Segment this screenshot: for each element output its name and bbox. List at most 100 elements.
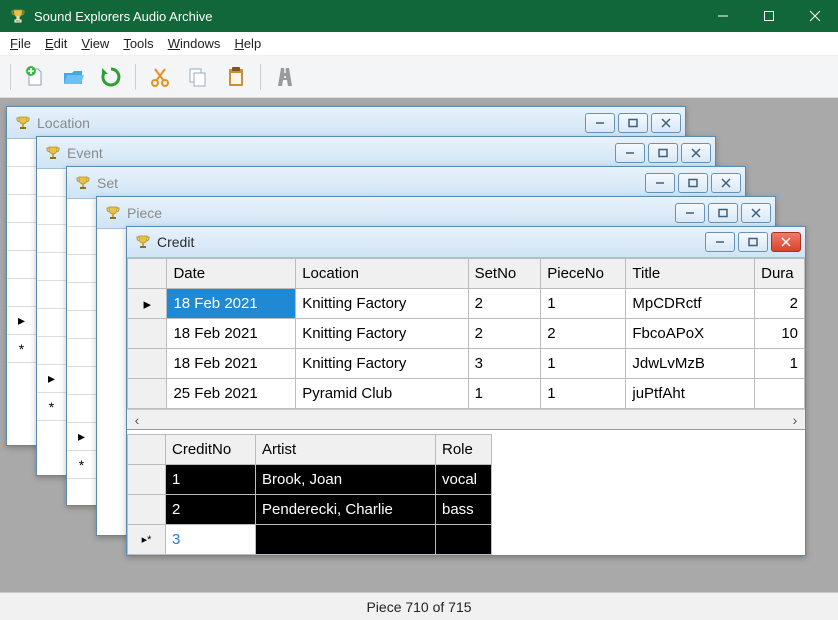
- col-creditno[interactable]: CreditNo: [166, 435, 256, 465]
- menu-view[interactable]: View: [81, 36, 109, 51]
- cell-location[interactable]: Knitting Factory: [296, 289, 468, 319]
- app-icon: [10, 8, 26, 24]
- scroll-left-icon[interactable]: ‹: [127, 411, 147, 429]
- trophy-icon: [75, 175, 91, 191]
- cell-title[interactable]: JdwLvMzB: [626, 349, 755, 379]
- cut-button[interactable]: [144, 61, 176, 93]
- cell-dura[interactable]: 2: [755, 289, 805, 319]
- horizontal-scrollbar[interactable]: ‹ ›: [127, 409, 805, 429]
- cell-pieceno[interactable]: 1: [541, 379, 626, 409]
- cell-role[interactable]: bass: [436, 495, 492, 525]
- cell-artist[interactable]: Brook, Joan: [256, 465, 436, 495]
- child-minimize-button[interactable]: [615, 143, 645, 163]
- cell-date[interactable]: 25 Feb 2021: [167, 379, 296, 409]
- row-indicator-icon: ▸: [128, 289, 167, 319]
- window-title: Credit: [157, 234, 705, 250]
- child-close-button[interactable]: [741, 203, 771, 223]
- paste-button[interactable]: [220, 61, 252, 93]
- col-pieceno[interactable]: PieceNo: [541, 259, 626, 289]
- child-minimize-button[interactable]: [705, 232, 735, 252]
- cell-setno[interactable]: 2: [468, 289, 541, 319]
- col-artist[interactable]: Artist: [256, 435, 436, 465]
- trophy-icon: [105, 205, 121, 221]
- new-row[interactable]: ▸* 3: [128, 525, 492, 555]
- menu-edit[interactable]: Edit: [45, 36, 67, 51]
- table-row[interactable]: ▸ 18 Feb 2021 Knitting Factory 2 1 MpCDR…: [128, 289, 805, 319]
- child-maximize-button[interactable]: [678, 173, 708, 193]
- table-row[interactable]: 2 Penderecki, Charlie bass: [128, 495, 492, 525]
- cell-role[interactable]: [436, 525, 492, 555]
- cell-location[interactable]: Knitting Factory: [296, 319, 468, 349]
- menu-file[interactable]: File: [10, 36, 31, 51]
- col-date[interactable]: Date: [167, 259, 296, 289]
- child-minimize-button[interactable]: [645, 173, 675, 193]
- col-setno[interactable]: SetNo: [468, 259, 541, 289]
- child-minimize-button[interactable]: [585, 113, 615, 133]
- menu-help[interactable]: Help: [234, 36, 261, 51]
- cell-pieceno[interactable]: 1: [541, 289, 626, 319]
- col-role[interactable]: Role: [436, 435, 492, 465]
- cell-creditno[interactable]: 2: [166, 495, 256, 525]
- table-row[interactable]: 25 Feb 2021 Pyramid Club 1 1 juPtfAht: [128, 379, 805, 409]
- app-title: Sound Explorers Audio Archive: [34, 9, 700, 24]
- cell-title[interactable]: juPtfAht: [626, 379, 755, 409]
- cell-setno[interactable]: 3: [468, 349, 541, 379]
- minimize-button[interactable]: [700, 0, 746, 32]
- status-bar: Piece 710 of 715: [0, 592, 838, 620]
- scroll-right-icon[interactable]: ›: [785, 411, 805, 429]
- cell-pieceno[interactable]: 1: [541, 349, 626, 379]
- window-title: Set: [97, 175, 645, 191]
- col-location[interactable]: Location: [296, 259, 468, 289]
- cell-pieceno[interactable]: 2: [541, 319, 626, 349]
- cell-date[interactable]: 18 Feb 2021: [167, 289, 296, 319]
- cell-setno[interactable]: 2: [468, 319, 541, 349]
- window-title: Event: [67, 145, 615, 161]
- menu-windows[interactable]: Windows: [168, 36, 221, 51]
- child-maximize-button[interactable]: [648, 143, 678, 163]
- child-maximize-button[interactable]: [708, 203, 738, 223]
- child-close-button[interactable]: [681, 143, 711, 163]
- cell-date[interactable]: 18 Feb 2021: [167, 319, 296, 349]
- table-row[interactable]: 18 Feb 2021 Knitting Factory 2 2 FbcoAPo…: [128, 319, 805, 349]
- table-row[interactable]: 1 Brook, Joan vocal: [128, 465, 492, 495]
- copy-button[interactable]: [182, 61, 214, 93]
- cell-setno[interactable]: 1: [468, 379, 541, 409]
- cell-creditno[interactable]: 1: [166, 465, 256, 495]
- child-minimize-button[interactable]: [675, 203, 705, 223]
- cell-location[interactable]: Knitting Factory: [296, 349, 468, 379]
- close-button[interactable]: [792, 0, 838, 32]
- cell-location[interactable]: Pyramid Club: [296, 379, 468, 409]
- cell-dura[interactable]: 1: [755, 349, 805, 379]
- open-button[interactable]: [57, 61, 89, 93]
- table-row[interactable]: 18 Feb 2021 Knitting Factory 3 1 JdwLvMz…: [128, 349, 805, 379]
- window-credit[interactable]: Credit Date Location SetNo PieceNo: [126, 226, 806, 556]
- child-close-button[interactable]: [711, 173, 741, 193]
- cell-artist[interactable]: Penderecki, Charlie: [256, 495, 436, 525]
- cell-title[interactable]: MpCDRctf: [626, 289, 755, 319]
- cell-role[interactable]: vocal: [436, 465, 492, 495]
- window-title: Piece: [127, 205, 675, 221]
- cell-dura[interactable]: [755, 379, 805, 409]
- col-title[interactable]: Title: [626, 259, 755, 289]
- credits-grid[interactable]: CreditNo Artist Role 1 Brook, Joan vocal…: [127, 434, 805, 555]
- maximize-button[interactable]: [746, 0, 792, 32]
- cell-dura[interactable]: 10: [755, 319, 805, 349]
- road-button[interactable]: [269, 61, 301, 93]
- cell-date[interactable]: 18 Feb 2021: [167, 349, 296, 379]
- refresh-button[interactable]: [95, 61, 127, 93]
- child-maximize-button[interactable]: [618, 113, 648, 133]
- col-dura[interactable]: Dura: [755, 259, 805, 289]
- cell-title[interactable]: FbcoAPoX: [626, 319, 755, 349]
- new-row-indicator-icon: ▸*: [128, 525, 166, 555]
- child-close-button[interactable]: [651, 113, 681, 133]
- child-close-button[interactable]: [771, 232, 801, 252]
- trophy-icon: [135, 234, 151, 250]
- child-maximize-button[interactable]: [738, 232, 768, 252]
- menu-bar: File Edit View Tools Windows Help: [0, 32, 838, 56]
- new-button[interactable]: [19, 61, 51, 93]
- cell-artist[interactable]: [256, 525, 436, 555]
- cell-creditno[interactable]: 3: [166, 525, 256, 555]
- header-row: CreditNo Artist Role: [128, 435, 492, 465]
- menu-tools[interactable]: Tools: [123, 36, 153, 51]
- pieces-grid[interactable]: Date Location SetNo PieceNo Title Dura ▸…: [127, 258, 805, 430]
